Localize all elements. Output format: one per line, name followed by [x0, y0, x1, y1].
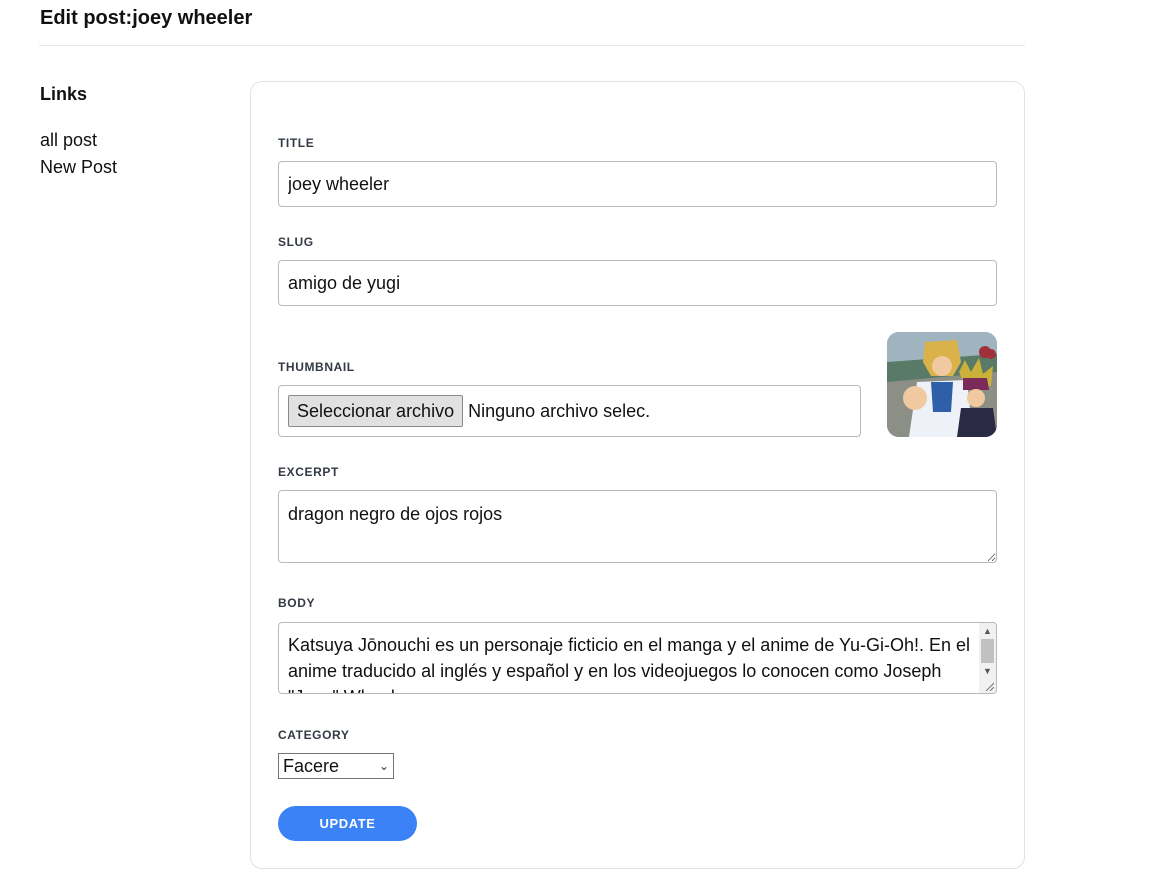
excerpt-textarea[interactable]: dragon negro de ojos rojos — [278, 490, 997, 563]
body-textarea[interactable]: Katsuya Jōnouchi es un personaje fictici… — [278, 622, 997, 694]
thumbnail-file-input[interactable]: Seleccionar archivo Ninguno archivo sele… — [278, 385, 861, 437]
thumbnail-preview-image — [887, 332, 997, 437]
page-title: Edit post:joey wheeler — [40, 7, 253, 29]
resize-grip-icon[interactable] — [984, 681, 994, 691]
category-label: CATEGORY — [278, 728, 350, 742]
update-button[interactable]: UPDATE — [278, 806, 417, 841]
slug-input[interactable] — [278, 260, 997, 306]
sidebar-link-new-post[interactable]: New Post — [40, 154, 220, 181]
chevron-down-icon: ⌄ — [378, 759, 389, 773]
thumbnail-label: THUMBNAIL — [278, 360, 355, 374]
excerpt-label: EXCERPT — [278, 465, 339, 479]
title-divider — [39, 45, 1025, 46]
choose-file-button[interactable]: Seleccionar archivo — [288, 395, 464, 427]
title-label: TITLE — [278, 136, 315, 150]
scroll-up-arrow-icon[interactable]: ▲ — [979, 623, 996, 639]
scroll-down-arrow-icon[interactable]: ▼ — [979, 663, 996, 679]
title-input[interactable] — [278, 161, 997, 207]
sidebar: Links all post New Post — [40, 84, 220, 181]
body-label: BODY — [278, 596, 316, 610]
sidebar-link-all-post[interactable]: all post — [40, 127, 220, 154]
category-select[interactable]: Facere ⌄ — [278, 753, 394, 779]
category-selected-value: Facere — [283, 755, 340, 776]
slug-label: SLUG — [278, 235, 314, 249]
file-status-text: Ninguno archivo selec. — [468, 400, 651, 421]
body-text: Katsuya Jōnouchi es un personaje fictici… — [288, 635, 971, 693]
sidebar-heading: Links — [40, 84, 88, 104]
scroll-thumb[interactable] — [981, 639, 994, 663]
